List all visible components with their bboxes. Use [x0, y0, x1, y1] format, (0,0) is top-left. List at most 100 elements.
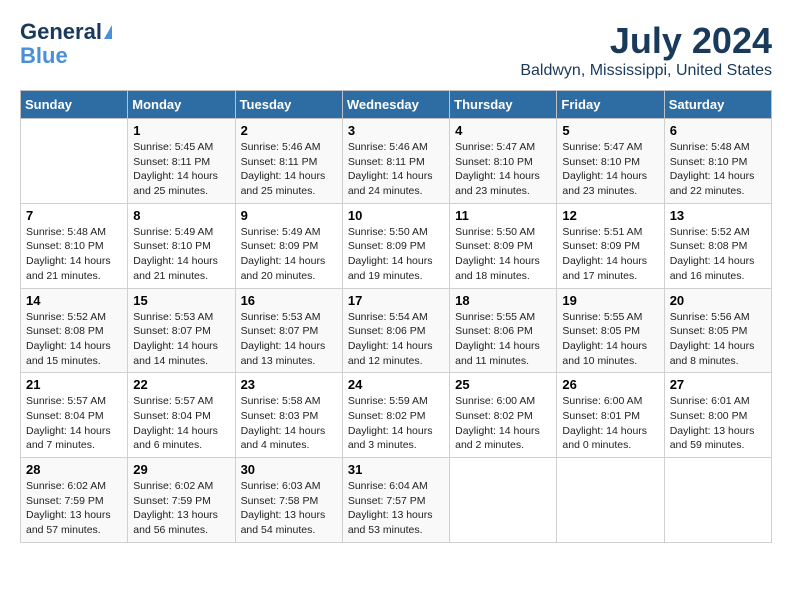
calendar-week-4: 21 Sunrise: 5:57 AM Sunset: 8:04 PM Dayli… — [21, 373, 772, 458]
day-number: 22 — [133, 377, 229, 392]
day-info: Sunrise: 6:04 AM Sunset: 7:57 PM Dayligh… — [348, 479, 444, 538]
calendar-cell: 8 Sunrise: 5:49 AM Sunset: 8:10 PM Daylig… — [128, 203, 235, 288]
calendar-table: Sunday Monday Tuesday Wednesday Thursday… — [20, 90, 772, 543]
day-info: Sunrise: 5:59 AM Sunset: 8:02 PM Dayligh… — [348, 394, 444, 453]
day-info: Sunrise: 5:46 AM Sunset: 8:11 PM Dayligh… — [348, 140, 444, 199]
calendar-cell: 16Sunrise: 5:53 AM Sunset: 8:07 PM Dayli… — [235, 288, 342, 373]
col-wednesday: Wednesday — [342, 91, 449, 119]
day-info: Sunrise: 5:51 AM Sunset: 8:09 PM Dayligh… — [562, 225, 658, 284]
day-number: 25 — [455, 377, 551, 392]
calendar-cell: 11 Sunrise: 5:50 AM Sunset: 8:09 PM Dayli… — [450, 203, 557, 288]
day-info: Sunrise: 5:48 AM Sunset: 8:10 PM Dayligh… — [26, 225, 122, 284]
calendar-cell: 9 Sunrise: 5:49 AM Sunset: 8:09 PM Daylig… — [235, 203, 342, 288]
day-info: Sunrise: 5:49 AM Sunset: 8:09 PM Dayligh… — [241, 225, 337, 284]
day-number: 11 — [455, 208, 551, 223]
day-number: 26 — [562, 377, 658, 392]
day-info: Sunrise: 5:49 AM Sunset: 8:10 PM Dayligh… — [133, 225, 229, 284]
calendar-cell: 21 Sunrise: 5:57 AM Sunset: 8:04 PM Dayli… — [21, 373, 128, 458]
day-info: Sunrise: 5:48 AM Sunset: 8:10 PM Dayligh… — [670, 140, 766, 199]
logo: General Blue — [20, 20, 112, 68]
calendar-cell — [557, 458, 664, 543]
day-number: 30 — [241, 462, 337, 477]
day-number: 23 — [241, 377, 337, 392]
col-saturday: Saturday — [664, 91, 771, 119]
calendar-cell: 14 Sunrise: 5:52 AM Sunset: 8:08 PM Dayli… — [21, 288, 128, 373]
day-info: Sunrise: 5:46 AM Sunset: 8:11 PM Dayligh… — [241, 140, 337, 199]
day-number: 5 — [562, 123, 658, 138]
calendar-subtitle: Baldwyn, Mississippi, United States — [520, 62, 772, 80]
col-friday: Friday — [557, 91, 664, 119]
day-number: 6 — [670, 123, 766, 138]
title-block: July 2024 Baldwyn, Mississippi, United S… — [520, 20, 772, 80]
calendar-cell: 24Sunrise: 5:59 AM Sunset: 8:02 PM Dayli… — [342, 373, 449, 458]
day-info: Sunrise: 5:52 AM Sunset: 8:08 PM Dayligh… — [26, 310, 122, 369]
day-number: 31 — [348, 462, 444, 477]
calendar-cell: 25Sunrise: 6:00 AM Sunset: 8:02 PM Dayli… — [450, 373, 557, 458]
day-number: 13 — [670, 208, 766, 223]
calendar-cell: 29 Sunrise: 6:02 AM Sunset: 7:59 PM Dayli… — [128, 458, 235, 543]
day-info: Sunrise: 5:50 AM Sunset: 8:09 PM Dayligh… — [348, 225, 444, 284]
day-number: 28 — [26, 462, 122, 477]
page-header: General Blue July 2024 Baldwyn, Mississi… — [20, 20, 772, 80]
calendar-cell: 10 Sunrise: 5:50 AM Sunset: 8:09 PM Dayli… — [342, 203, 449, 288]
col-tuesday: Tuesday — [235, 91, 342, 119]
day-info: Sunrise: 5:58 AM Sunset: 8:03 PM Dayligh… — [241, 394, 337, 453]
day-info: Sunrise: 6:02 AM Sunset: 7:59 PM Dayligh… — [133, 479, 229, 538]
day-info: Sunrise: 6:02 AM Sunset: 7:59 PM Dayligh… — [26, 479, 122, 538]
day-number: 8 — [133, 208, 229, 223]
calendar-cell — [21, 119, 128, 204]
calendar-body: 1Sunrise: 5:45 AM Sunset: 8:11 PM Daylig… — [21, 119, 772, 543]
day-number: 19 — [562, 293, 658, 308]
calendar-cell: 28 Sunrise: 6:02 AM Sunset: 7:59 PM Dayli… — [21, 458, 128, 543]
day-number: 12 — [562, 208, 658, 223]
day-number: 9 — [241, 208, 337, 223]
calendar-cell: 12 Sunrise: 5:51 AM Sunset: 8:09 PM Dayli… — [557, 203, 664, 288]
day-number: 18 — [455, 293, 551, 308]
calendar-week-3: 14 Sunrise: 5:52 AM Sunset: 8:08 PM Dayli… — [21, 288, 772, 373]
day-info: Sunrise: 5:55 AM Sunset: 8:06 PM Dayligh… — [455, 310, 551, 369]
calendar-cell: 4 Sunrise: 5:47 AM Sunset: 8:10 PM Daylig… — [450, 119, 557, 204]
day-info: Sunrise: 6:01 AM Sunset: 8:00 PM Dayligh… — [670, 394, 766, 453]
day-info: Sunrise: 5:47 AM Sunset: 8:10 PM Dayligh… — [455, 140, 551, 199]
calendar-cell: 23 Sunrise: 5:58 AM Sunset: 8:03 PM Dayli… — [235, 373, 342, 458]
day-info: Sunrise: 5:57 AM Sunset: 8:04 PM Dayligh… — [133, 394, 229, 453]
day-number: 7 — [26, 208, 122, 223]
col-monday: Monday — [128, 91, 235, 119]
calendar-cell: 15 Sunrise: 5:53 AM Sunset: 8:07 PM Dayli… — [128, 288, 235, 373]
calendar-cell: 27Sunrise: 6:01 AM Sunset: 8:00 PM Dayli… — [664, 373, 771, 458]
calendar-week-5: 28 Sunrise: 6:02 AM Sunset: 7:59 PM Dayli… — [21, 458, 772, 543]
calendar-title: July 2024 — [520, 20, 772, 62]
day-info: Sunrise: 5:47 AM Sunset: 8:10 PM Dayligh… — [562, 140, 658, 199]
day-info: Sunrise: 5:57 AM Sunset: 8:04 PM Dayligh… — [26, 394, 122, 453]
calendar-cell: 2Sunrise: 5:46 AM Sunset: 8:11 PM Daylig… — [235, 119, 342, 204]
day-info: Sunrise: 5:56 AM Sunset: 8:05 PM Dayligh… — [670, 310, 766, 369]
day-number: 15 — [133, 293, 229, 308]
calendar-cell: 17 Sunrise: 5:54 AM Sunset: 8:06 PM Dayli… — [342, 288, 449, 373]
day-number: 4 — [455, 123, 551, 138]
day-number: 10 — [348, 208, 444, 223]
day-info: Sunrise: 5:53 AM Sunset: 8:07 PM Dayligh… — [133, 310, 229, 369]
day-number: 3 — [348, 123, 444, 138]
logo-text2: Blue — [20, 44, 68, 68]
day-number: 14 — [26, 293, 122, 308]
calendar-cell: 30Sunrise: 6:03 AM Sunset: 7:58 PM Dayli… — [235, 458, 342, 543]
col-thursday: Thursday — [450, 91, 557, 119]
calendar-cell: 22 Sunrise: 5:57 AM Sunset: 8:04 PM Dayli… — [128, 373, 235, 458]
col-sunday: Sunday — [21, 91, 128, 119]
calendar-cell: 3 Sunrise: 5:46 AM Sunset: 8:11 PM Daylig… — [342, 119, 449, 204]
day-number: 29 — [133, 462, 229, 477]
day-number: 20 — [670, 293, 766, 308]
day-info: Sunrise: 5:54 AM Sunset: 8:06 PM Dayligh… — [348, 310, 444, 369]
calendar-cell — [664, 458, 771, 543]
calendar-week-1: 1Sunrise: 5:45 AM Sunset: 8:11 PM Daylig… — [21, 119, 772, 204]
calendar-cell: 31 Sunrise: 6:04 AM Sunset: 7:57 PM Dayli… — [342, 458, 449, 543]
day-number: 21 — [26, 377, 122, 392]
day-info: Sunrise: 5:55 AM Sunset: 8:05 PM Dayligh… — [562, 310, 658, 369]
day-number: 17 — [348, 293, 444, 308]
header-row: Sunday Monday Tuesday Wednesday Thursday… — [21, 91, 772, 119]
calendar-cell: 26Sunrise: 6:00 AM Sunset: 8:01 PM Dayli… — [557, 373, 664, 458]
calendar-cell: 6 Sunrise: 5:48 AM Sunset: 8:10 PM Daylig… — [664, 119, 771, 204]
calendar-header: Sunday Monday Tuesday Wednesday Thursday… — [21, 91, 772, 119]
calendar-cell: 7 Sunrise: 5:48 AM Sunset: 8:10 PM Daylig… — [21, 203, 128, 288]
day-info: Sunrise: 5:50 AM Sunset: 8:09 PM Dayligh… — [455, 225, 551, 284]
